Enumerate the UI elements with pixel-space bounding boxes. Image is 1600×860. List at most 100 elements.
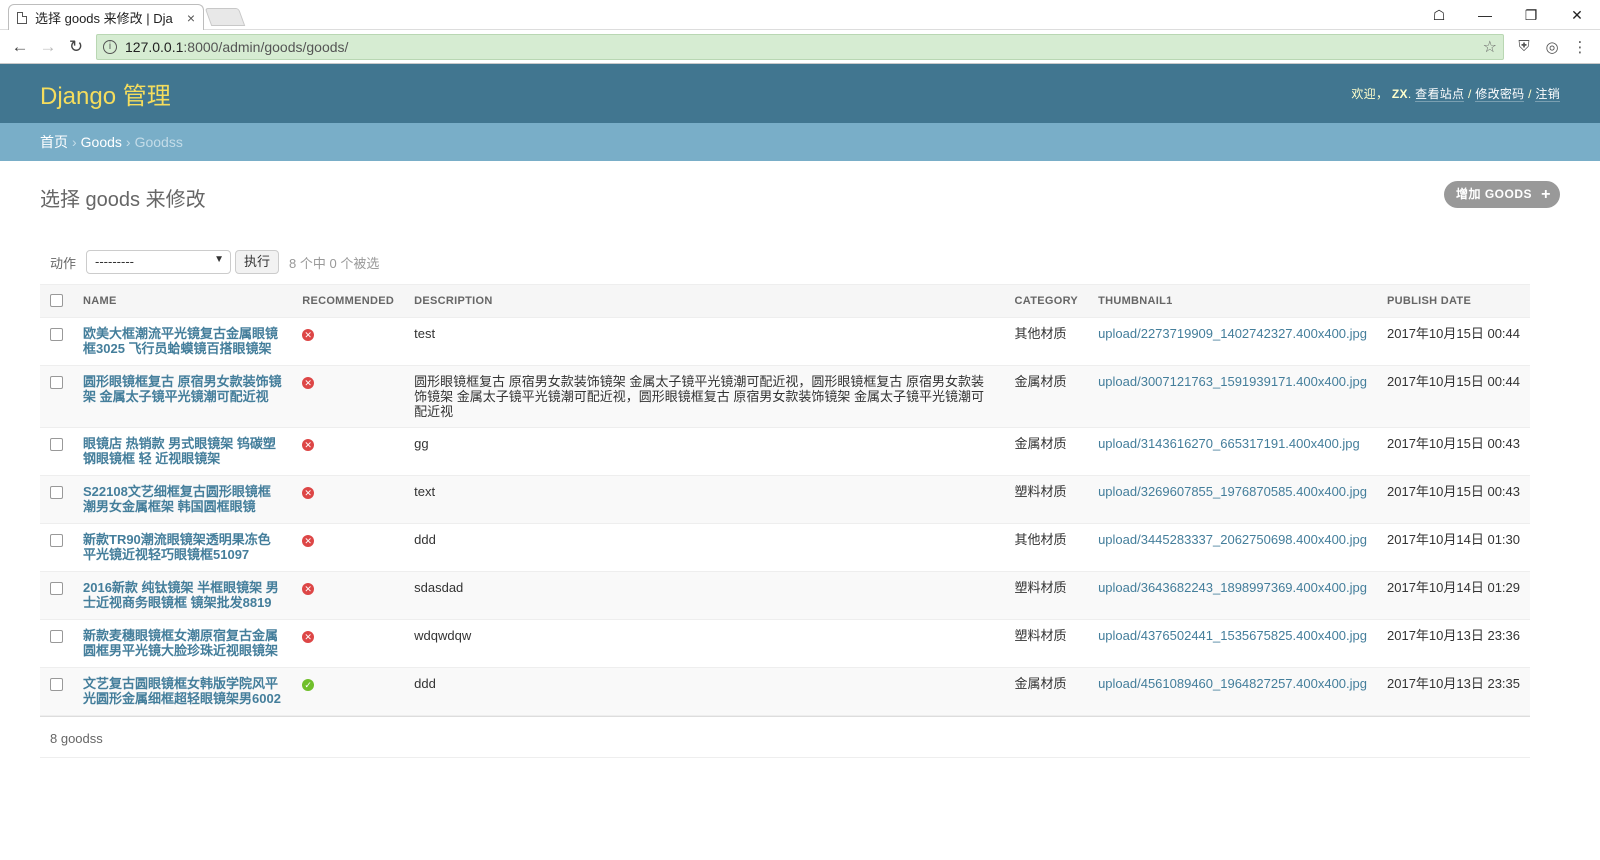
url-host: 127.0.0.1: [125, 38, 184, 55]
info-icon[interactable]: i: [103, 39, 117, 54]
tab-title: 选择 goods 来修改 | Dja: [35, 11, 173, 26]
column-header-thumbnail[interactable]: THUMBNAIL1: [1088, 284, 1378, 318]
breadcrumb-home[interactable]: 首页: [40, 132, 68, 152]
page-icon: [17, 11, 27, 24]
name-cell: 圆形眼镜框复古 原宿男女款装饰镜架 金属太子镜平光镜潮可配近视: [73, 365, 293, 428]
description-cell: gg: [404, 427, 1005, 476]
recommended-cell: ✕: [292, 475, 405, 524]
goods-name-link[interactable]: S22108文艺细框复古圆形眼镜框 潮男女金属框架 韩国圆框眼镜: [83, 484, 271, 514]
results-table: NAME RECOMMENDED DESCRIPTION CATEGORY TH…: [40, 284, 1530, 716]
url-input[interactable]: i 127.0.0.1 :8000/admin/goods/goods/ ☆: [96, 33, 1504, 60]
page-title: 选择 goods 来修改: [40, 189, 206, 211]
column-header-name[interactable]: NAME: [73, 284, 293, 318]
description-cell: ddd: [404, 667, 1005, 716]
row-checkbox[interactable]: [50, 376, 63, 389]
table-row: 圆形眼镜框复古 原宿男女款装饰镜架 金属太子镜平光镜潮可配近视 ✕ 圆形眼镜框复古 …: [40, 365, 1530, 428]
recommended-cell: ✕: [292, 427, 405, 476]
goods-name-link[interactable]: 新款TR90潮流眼镜架透明果冻色平光镜近视轻巧眼镜框51097: [83, 532, 271, 562]
category-cell: 塑料材质: [1004, 619, 1089, 668]
name-cell: 新款TR90潮流眼镜架透明果冻色平光镜近视轻巧眼镜框51097: [73, 523, 293, 572]
forward-button[interactable]: →: [34, 37, 62, 57]
recommended-cell: ✕: [292, 523, 405, 572]
table-row: 新款TR90潮流眼镜架透明果冻色平光镜近视轻巧眼镜框51097 ✕ ddd 其他材质 u…: [40, 523, 1530, 572]
bookmark-star-icon[interactable]: ☆: [1483, 37, 1497, 57]
column-header-category[interactable]: CATEGORY: [1004, 284, 1089, 318]
welcome-text: 欢迎，: [1351, 87, 1389, 101]
cross-circle-icon: ✕: [302, 631, 315, 643]
goods-name-link[interactable]: 新款麦穗眼镜框女潮原宿复古金属圆框男平光镜大脸珍珠近视眼镜架: [83, 628, 278, 658]
selection-counter: 8 个中 0 个被选: [289, 255, 380, 271]
username-period: .: [1407, 87, 1412, 101]
menu-icon[interactable]: ⋮: [1566, 38, 1594, 56]
thumbnail-cell: upload/4376502441_1535675825.400x400.jpg: [1088, 619, 1378, 668]
breadcrumb-app[interactable]: Goods: [81, 134, 122, 150]
select-all-header: [40, 284, 73, 318]
row-checkbox[interactable]: [50, 534, 63, 547]
publish-date-cell: 2017年10月15日 00:43: [1377, 475, 1530, 524]
breadcrumb: 首页 › Goods › Goodss: [0, 123, 1600, 161]
content: 选择 goods 来修改 增加 GOODS + 动作 --------- ▼ 执…: [0, 161, 1600, 778]
goods-name-link[interactable]: 圆形眼镜框复古 原宿男女款装饰镜架 金属太子镜平光镜潮可配近视: [83, 374, 282, 404]
browser-tab[interactable]: 选择 goods 来修改 | Dja ×: [8, 4, 204, 30]
table-row: S22108文艺细框复古圆形眼镜框 潮男女金属框架 韩国圆框眼镜 ✕ text 塑料材…: [40, 475, 1530, 524]
category-cell: 其他材质: [1004, 523, 1089, 572]
admin-header: Django 管理 欢迎， ZX. 查看站点 / 修改密码 / 注销: [0, 64, 1600, 123]
add-goods-button[interactable]: 增加 GOODS +: [1443, 181, 1560, 208]
run-action-button[interactable]: 执行: [235, 250, 280, 274]
restore-button[interactable]: ❐: [1508, 7, 1554, 24]
category-cell: 金属材质: [1004, 365, 1089, 428]
cross-circle-icon: ✕: [302, 377, 315, 389]
action-select[interactable]: --------- ▼: [86, 250, 232, 274]
tab-close-icon[interactable]: ×: [187, 10, 195, 26]
row-checkbox[interactable]: [50, 486, 63, 499]
description-cell: 圆形眼镜框复古 原宿男女款装饰镜架 金属太子镜平光镜潮可配近视，圆形眼镜框复古 …: [404, 365, 1005, 428]
goods-name-link[interactable]: 欧美大框潮流平光镜复古金属眼镜框3025 飞行员蛤蟆镜百搭眼镜架: [83, 326, 278, 356]
thumbnail-cell: upload/4561089460_1964827257.400x400.jpg: [1088, 667, 1378, 716]
minimize-button[interactable]: —: [1462, 7, 1508, 23]
row-checkbox[interactable]: [50, 630, 63, 643]
separator: /: [1528, 87, 1532, 101]
row-checkbox[interactable]: [50, 328, 63, 341]
row-checkbox[interactable]: [50, 678, 63, 691]
column-header-publish-date[interactable]: PUBLISH DATE: [1377, 284, 1530, 318]
column-header-recommended[interactable]: RECOMMENDED: [292, 284, 405, 318]
site-branding[interactable]: Django 管理: [40, 76, 171, 111]
reload-button[interactable]: ↻: [62, 37, 90, 57]
publish-date-cell: 2017年10月13日 23:35: [1377, 667, 1530, 716]
category-cell: 塑料材质: [1004, 571, 1089, 620]
description-cell: sdasdad: [404, 571, 1005, 620]
profile-icon[interactable]: ☖: [1416, 7, 1462, 24]
close-window-button[interactable]: ✕: [1554, 7, 1600, 24]
cross-circle-icon: ✕: [302, 439, 315, 451]
category-cell: 塑料材质: [1004, 475, 1089, 524]
row-checkbox-cell: [40, 667, 73, 716]
extension-compass-icon[interactable]: ◎: [1538, 38, 1566, 56]
row-checkbox-cell: [40, 427, 73, 476]
back-button[interactable]: ←: [6, 37, 34, 57]
description-cell: test: [404, 317, 1005, 366]
thumbnail-cell: upload/3007121763_1591939171.400x400.jpg: [1088, 365, 1378, 428]
publish-date-cell: 2017年10月15日 00:43: [1377, 427, 1530, 476]
new-tab-button[interactable]: [204, 8, 246, 26]
view-site-link[interactable]: 查看站点: [1415, 87, 1465, 102]
row-checkbox-cell: [40, 523, 73, 572]
goods-name-link[interactable]: 眼镜店 热销款 男式眼镜架 钨碳塑钢眼镜框 轻 近视眼镜架: [83, 436, 276, 466]
change-password-link[interactable]: 修改密码: [1475, 87, 1525, 102]
description-cell: wdqwdqw: [404, 619, 1005, 668]
goods-name-link[interactable]: 2016新款 纯钛镜架 半框眼镜架 男士近视商务眼镜框 镜架批发8819: [83, 580, 279, 610]
column-header-description[interactable]: DESCRIPTION: [404, 284, 1005, 318]
select-all-checkbox[interactable]: [50, 294, 63, 307]
name-cell: 文艺复古圆眼镜框女韩版学院风平光圆形金属细框超轻眼镜架男6002: [73, 667, 293, 716]
thumbnail-cell: upload/3269607855_1976870585.400x400.jpg: [1088, 475, 1378, 524]
goods-name-link[interactable]: 文艺复古圆眼镜框女韩版学院风平光圆形金属细框超轻眼镜架男6002: [83, 676, 281, 706]
logout-link[interactable]: 注销: [1535, 87, 1560, 102]
cross-circle-icon: ✕: [302, 583, 315, 595]
name-cell: 新款麦穗眼镜框女潮原宿复古金属圆框男平光镜大脸珍珠近视眼镜架: [73, 619, 293, 668]
cross-circle-icon: ✕: [302, 487, 315, 499]
row-checkbox-cell: [40, 571, 73, 620]
recommended-cell: ✕: [292, 571, 405, 620]
extension-shield-icon[interactable]: ⛨: [1510, 38, 1538, 55]
add-goods-label: 增加 GOODS: [1455, 187, 1532, 201]
row-checkbox[interactable]: [50, 438, 63, 451]
row-checkbox[interactable]: [50, 582, 63, 595]
